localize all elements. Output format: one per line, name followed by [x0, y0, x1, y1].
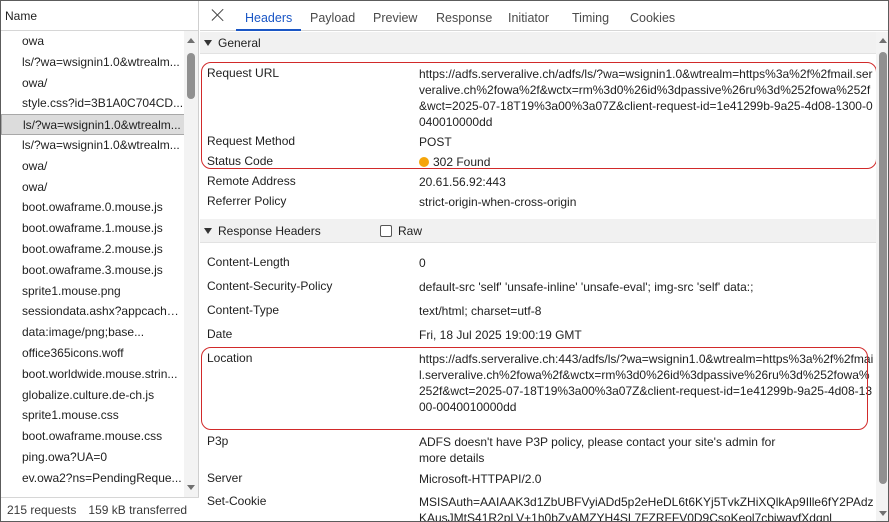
request-list-item[interactable]: sprite1.mouse.css: [1, 405, 185, 426]
raw-toggle[interactable]: Raw: [380, 219, 422, 243]
request-list-item[interactable]: style.css?id=3B1A0C704CD...: [1, 93, 185, 114]
tab-initiator[interactable]: Initiator: [508, 1, 549, 31]
close-icon[interactable]: [210, 7, 226, 23]
request-list-item[interactable]: boot.owaframe.mouse.css: [1, 426, 185, 447]
request-list-item[interactable]: boot.worldwide.mouse.strin...: [1, 364, 185, 385]
response-headers-section-header[interactable]: Response Headers Raw: [200, 219, 876, 243]
header-key: Set-Cookie: [207, 494, 267, 508]
scroll-up-icon[interactable]: [879, 38, 887, 43]
header-key: Content-Length: [207, 255, 290, 269]
header-key: Status Code: [207, 154, 274, 168]
header-value: strict-origin-when-cross-origin: [419, 195, 577, 209]
request-list-item[interactable]: globalize.culture.de-ch.js: [1, 385, 185, 406]
location-row: Location https://adfs.serveralive.ch:443…: [200, 351, 876, 415]
tab-response[interactable]: Response: [436, 1, 492, 31]
tab-timing[interactable]: Timing: [572, 1, 609, 31]
content-security-policy-row: Content-Security-Policy default-src 'sel…: [200, 279, 876, 295]
header-value: Microsoft-HTTPAPI/2.0: [419, 472, 542, 486]
date-row: Date Fri, 18 Jul 2025 19:00:19 GMT: [200, 327, 876, 343]
request-list-item[interactable]: boot.owaframe.0.mouse.js: [1, 197, 185, 218]
content-length-row: Content-Length 0: [200, 255, 876, 271]
header-key: Location: [207, 351, 253, 365]
transferred-size: 159 kB transferred: [88, 503, 188, 517]
request-list: owa ls/?wa=wsignin1.0&wtrealm... owa/style…: [1, 31, 185, 497]
request-list-item[interactable]: boot.owaframe.3.mouse.js: [1, 260, 185, 281]
header-value: Fri, 18 Jul 2025 19:00:19 GMT: [419, 328, 582, 342]
request-list-item[interactable]: boot.owaframe.2.mouse.js: [1, 239, 185, 260]
details-scrollbar[interactable]: [876, 32, 888, 521]
header-key: Date: [207, 327, 233, 341]
scrollbar-thumb[interactable]: [187, 53, 195, 99]
tab-headers[interactable]: Headers: [236, 1, 302, 31]
header-value: https://adfs.serveralive.ch/adfs/ls/?wa=…: [419, 67, 873, 129]
scroll-down-icon[interactable]: [879, 511, 887, 516]
p3p-row: P3p ADFS doesn't have P3P policy, please…: [200, 434, 876, 466]
request-details-panel: Headers Payload Preview Response Initiat…: [200, 1, 888, 522]
request-list-item[interactable]: sprite1.mouse.png: [1, 281, 185, 302]
status-footer: 215 requests159 kB transferred1: [1, 497, 199, 521]
header-key: Content-Security-Policy: [207, 279, 333, 293]
name-column-header[interactable]: Name: [1, 1, 198, 31]
header-key: Request Method: [207, 134, 296, 148]
status-code-row: Status Code 302 Found: [200, 154, 876, 170]
request-list-item[interactable]: sessiondata.ashx?appcachec...: [1, 301, 185, 322]
header-key: Remote Address: [207, 174, 296, 188]
header-value: https://adfs.serveralive.ch:443/adfs/ls/…: [419, 352, 874, 414]
request-list-item[interactable]: owa: [1, 31, 185, 52]
request-list-item[interactable]: owa/: [1, 177, 185, 198]
general-section-header[interactable]: General: [200, 32, 876, 54]
header-value: MSISAuth=AAIAAK3d1ZbUBFVyiADd5p2eHeDL6t6…: [419, 495, 874, 522]
header-value: default-src 'self' 'unsafe-inline' 'unsa…: [419, 280, 754, 294]
request-list-item[interactable]: ev.owa2?ns=PendingReque...: [1, 468, 185, 489]
tab-preview[interactable]: Preview: [373, 1, 417, 31]
status-value-wrap: 302 Found: [419, 154, 876, 170]
devtools-window: Name owa ls/?wa=wsignin1.0&wtrealm... owa/…: [0, 0, 889, 522]
header-key: Request URL: [207, 66, 280, 80]
header-key: Server: [207, 471, 243, 485]
collapse-triangle-icon: [204, 40, 212, 46]
content-type-row: Content-Type text/html; charset=utf-8: [200, 303, 876, 319]
request-list-item[interactable]: ls/?wa=wsignin1.0&wtrealm...: [1, 114, 185, 135]
header-value: POST: [419, 135, 452, 149]
header-value: 20.61.56.92:443: [419, 175, 506, 189]
header-key: Referrer Policy: [207, 194, 287, 208]
request-method-row: Request Method POST: [200, 134, 876, 150]
raw-checkbox[interactable]: [380, 225, 392, 237]
scrollbar-thumb[interactable]: [879, 52, 887, 484]
header-value: text/html; charset=utf-8: [419, 304, 542, 318]
request-list-scrollbar[interactable]: [184, 31, 198, 497]
scroll-up-icon[interactable]: [187, 38, 195, 43]
request-list-item[interactable]: ls/?wa=wsignin1.0&wtrealm...: [1, 135, 185, 156]
request-list-item[interactable]: ls/?wa=wsignin1.0&wtrealm...: [1, 52, 185, 73]
set-cookie-row: Set-Cookie MSISAuth=AAIAAK3d1ZbUBFVyiADd…: [200, 494, 876, 522]
header-value: 0: [419, 256, 426, 270]
remote-address-row: Remote Address 20.61.56.92:443: [200, 174, 876, 190]
request-list-item[interactable]: owa/: [1, 156, 185, 177]
request-url-row: Request URL https://adfs.serveralive.ch/…: [200, 66, 876, 130]
request-list-item[interactable]: ping.owa?UA=0: [1, 447, 185, 468]
tab-payload[interactable]: Payload: [310, 1, 355, 31]
header-key: Content-Type: [207, 303, 280, 317]
raw-label: Raw: [398, 224, 423, 238]
collapse-triangle-icon: [204, 228, 212, 234]
header-value: ADFS doesn't have P3P policy, please con…: [419, 435, 776, 465]
request-list-item[interactable]: office365icons.woff: [1, 343, 185, 364]
headers-content: General Request URL https://adfs.servera…: [200, 32, 876, 522]
server-row: Server Microsoft-HTTPAPI/2.0: [200, 471, 876, 487]
response-headers-title: Response Headers: [218, 224, 321, 238]
status-dot-icon: [419, 157, 429, 167]
request-list-item[interactable]: data:image/png;base...: [1, 322, 185, 343]
request-list-panel: Name owa ls/?wa=wsignin1.0&wtrealm... owa/…: [1, 1, 199, 521]
request-count: 215 requests: [7, 503, 77, 517]
general-title: General: [218, 36, 261, 50]
details-tab-bar: Headers Payload Preview Response Initiat…: [200, 1, 888, 31]
status-code-value: 302 Found: [433, 155, 491, 169]
request-list-item[interactable]: boot.owaframe.1.mouse.js: [1, 218, 185, 239]
scroll-down-icon[interactable]: [187, 485, 195, 490]
header-key: P3p: [207, 434, 229, 448]
tab-cookies[interactable]: Cookies: [630, 1, 675, 31]
request-list-item[interactable]: owa/: [1, 73, 185, 94]
referrer-policy-row: Referrer Policy strict-origin-when-cross…: [200, 194, 876, 210]
